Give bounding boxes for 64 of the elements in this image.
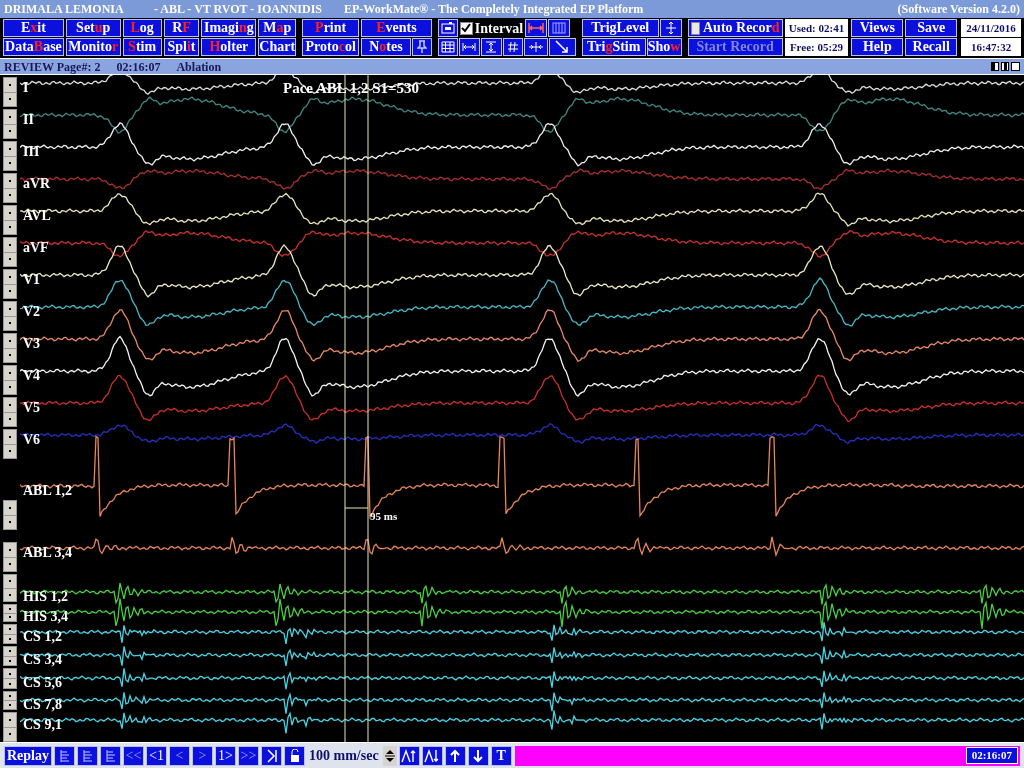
channel-label: CS 7,8 [23,697,62,713]
channel-label: I [23,80,29,96]
channel-label: AVL [23,208,51,224]
channel-label: V4 [23,368,41,384]
review-mode: Ablation [176,58,222,76]
toolbar-button[interactable]: Setup [65,19,121,37]
status-time: 02:16:07 [965,747,1018,764]
channel-label: aVR [23,176,51,192]
toolbar-button[interactable]: TrigStim [581,38,646,56]
channel-label: HIS 1,2 [23,589,69,605]
patient-name: DRIMALA LEMONIA [4,1,125,18]
channel-label: CS 5,6 [23,675,62,691]
toolbar-button[interactable]: Split [163,38,200,56]
auto-record-checkbox[interactable]: Auto Record [687,19,783,37]
channel-label: V3 [23,336,41,352]
toolbar-button[interactable]: Save [905,19,958,37]
text-button[interactable]: T [490,745,512,766]
interval-measurement: 95 ms [370,509,398,524]
toolbar-button[interactable]: Exit [3,19,64,37]
storage-free-readout: Free: 05:29 [784,38,849,56]
review-page-label: REVIEW Page#: 2 [4,58,101,76]
toolbar-button[interactable]: Holter [201,38,257,56]
date-readout: 24/11/2016 [961,19,1021,37]
interval-label: Interval [474,19,524,38]
channel-label: CS 3,4 [23,652,62,668]
toolbar-button[interactable]: Map [258,19,297,37]
study-title: - ABL - VT RVOT - IOANNIDIS [154,1,324,18]
toolbar-button[interactable]: Protocol [302,38,360,56]
channel-label: III [23,144,40,160]
channel-label: HIS 3,4 [23,609,69,625]
review-time: 02:16:07 [116,58,161,76]
speed-readout: 100 mm/sec [308,747,380,765]
toolbar-button[interactable]: Help [851,38,904,56]
channel-label: V6 [23,432,41,448]
version-label: (Software Version 4.2.0) [897,1,1020,18]
channel-label: ABL 3,4 [23,545,72,561]
channel-label: II [23,112,34,128]
toolbar-button[interactable]: Imaging [201,19,257,37]
channel-label: ABL 1,2 [23,483,72,499]
channel-label: V5 [23,400,41,416]
toolbar-button[interactable]: Views [851,19,904,37]
channel-label: V2 [23,304,41,320]
time-readout: 16:47:32 [961,38,1021,56]
toolbar-button[interactable]: TrigLevel [581,19,659,37]
channel-label: CS 9,1 [23,717,62,733]
navigation-button[interactable]: <1 [146,745,167,766]
toolbar-button[interactable]: Show [646,38,682,56]
toolbar-button[interactable]: RF [163,19,200,37]
toolbar-button[interactable]: Log [122,19,162,37]
channel-label: V1 [23,272,41,288]
navigation-button[interactable]: 1> [215,745,236,766]
replay-button[interactable]: Replay [4,745,52,766]
channel-label: CS 1,2 [23,629,62,645]
toolbar-button[interactable]: Print [302,19,360,37]
toolbar-button[interactable]: DataBase [3,38,64,56]
toolbar-button[interactable]: Chart [258,38,297,56]
app-title: EP-WorkMate® - The Completely Integrated EP Platform [344,1,644,18]
toolbar-button[interactable]: Monitor [65,38,121,56]
toolbar-button[interactable]: Recall [905,38,958,56]
toolbar-button[interactable]: Stim [122,38,162,56]
toolbar-button[interactable]: Notes [361,38,411,56]
toolbar-button[interactable]: Events [361,19,432,37]
channel-label: aVF [23,240,49,256]
storage-used-readout: Used: 02:41 [784,19,849,37]
